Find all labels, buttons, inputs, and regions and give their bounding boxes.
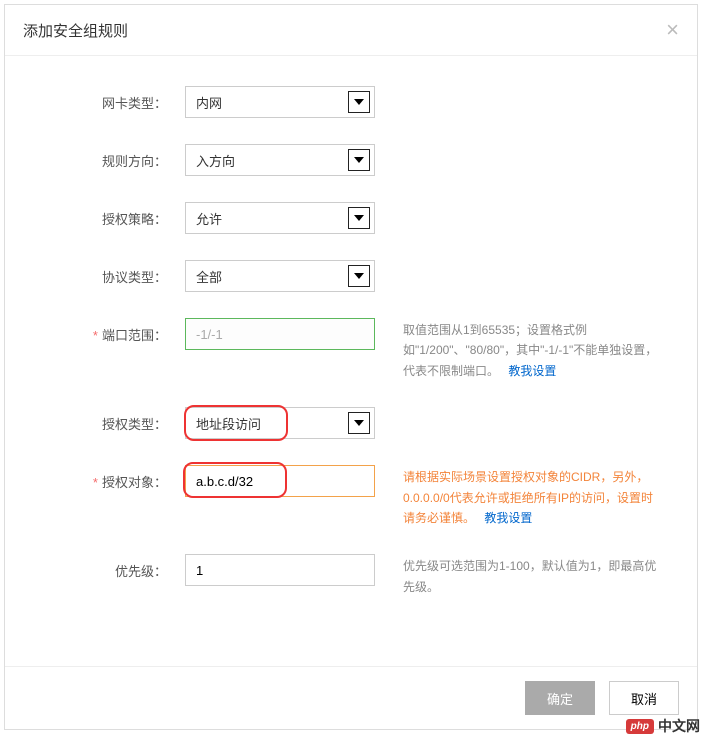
dialog-footer: 确定 取消 bbox=[5, 666, 697, 729]
chevron-down-icon bbox=[348, 265, 370, 287]
link-port-help[interactable]: 教我设置 bbox=[508, 364, 556, 378]
select-protocol[interactable]: 全部 bbox=[185, 260, 375, 292]
input-auth-object[interactable] bbox=[185, 465, 375, 497]
watermark: php 中文网 bbox=[626, 716, 700, 736]
cancel-button[interactable]: 取消 bbox=[609, 681, 679, 715]
row-policy: 授权策略： 允许 bbox=[25, 202, 677, 234]
chevron-down-icon bbox=[348, 91, 370, 113]
label-nic-type: 网卡类型： bbox=[25, 86, 185, 112]
dialog: 添加安全组规则 × 网卡类型： 内网 规则方向： 入方向 bbox=[4, 4, 698, 730]
ok-button[interactable]: 确定 bbox=[525, 681, 595, 715]
row-nic-type: 网卡类型： 内网 bbox=[25, 86, 677, 118]
required-star: * bbox=[93, 475, 98, 490]
input-port-range[interactable] bbox=[185, 318, 375, 350]
row-port-range: *端口范围： 取值范围从1到65535；设置格式例如"1/200"、"80/80… bbox=[25, 318, 677, 381]
label-priority: 优先级： bbox=[25, 554, 185, 580]
label-policy: 授权策略： bbox=[25, 202, 185, 228]
label-port-range: *端口范围： bbox=[25, 318, 185, 344]
close-icon[interactable]: × bbox=[666, 19, 679, 41]
watermark-text: 中文网 bbox=[658, 716, 700, 736]
label-auth-object: *授权对象： bbox=[25, 465, 185, 491]
row-auth-object: *授权对象： 请根据实际场景设置授权对象的CIDR，另外，0.0.0.0/0代表… bbox=[25, 465, 677, 528]
help-priority: 优先级可选范围为1-100，默认值为1，即最高优先级。 bbox=[403, 554, 663, 597]
required-star: * bbox=[93, 328, 98, 343]
help-auth-object: 请根据实际场景设置授权对象的CIDR，另外，0.0.0.0/0代表允许或拒绝所有… bbox=[403, 465, 663, 528]
input-priority[interactable] bbox=[185, 554, 375, 586]
label-auth-type: 授权类型： bbox=[25, 407, 185, 433]
chevron-down-icon bbox=[348, 149, 370, 171]
dialog-title: 添加安全组规则 bbox=[23, 20, 128, 41]
row-protocol: 协议类型： 全部 bbox=[25, 260, 677, 292]
select-direction[interactable]: 入方向 bbox=[185, 144, 375, 176]
select-policy[interactable]: 允许 bbox=[185, 202, 375, 234]
dialog-body: 网卡类型： 内网 规则方向： 入方向 bbox=[5, 56, 697, 666]
select-nic-type-value: 内网 bbox=[196, 93, 222, 112]
label-direction: 规则方向： bbox=[25, 144, 185, 170]
label-protocol: 协议类型： bbox=[25, 260, 185, 286]
chevron-down-icon bbox=[348, 207, 370, 229]
chevron-down-icon bbox=[348, 412, 370, 434]
watermark-logo: php bbox=[626, 719, 654, 734]
select-nic-type[interactable]: 内网 bbox=[185, 86, 375, 118]
link-auth-help[interactable]: 教我设置 bbox=[484, 511, 532, 525]
dialog-header: 添加安全组规则 × bbox=[5, 5, 697, 56]
row-priority: 优先级： 优先级可选范围为1-100，默认值为1，即最高优先级。 bbox=[25, 554, 677, 597]
select-auth-type-value: 地址段访问 bbox=[196, 414, 261, 433]
select-auth-type[interactable]: 地址段访问 bbox=[185, 407, 375, 439]
select-protocol-value: 全部 bbox=[196, 267, 222, 286]
select-policy-value: 允许 bbox=[196, 209, 222, 228]
help-port-range: 取值范围从1到65535；设置格式例如"1/200"、"80/80"，其中"-1… bbox=[403, 318, 663, 381]
select-direction-value: 入方向 bbox=[196, 151, 235, 170]
row-direction: 规则方向： 入方向 bbox=[25, 144, 677, 176]
row-auth-type: 授权类型： 地址段访问 bbox=[25, 407, 677, 439]
